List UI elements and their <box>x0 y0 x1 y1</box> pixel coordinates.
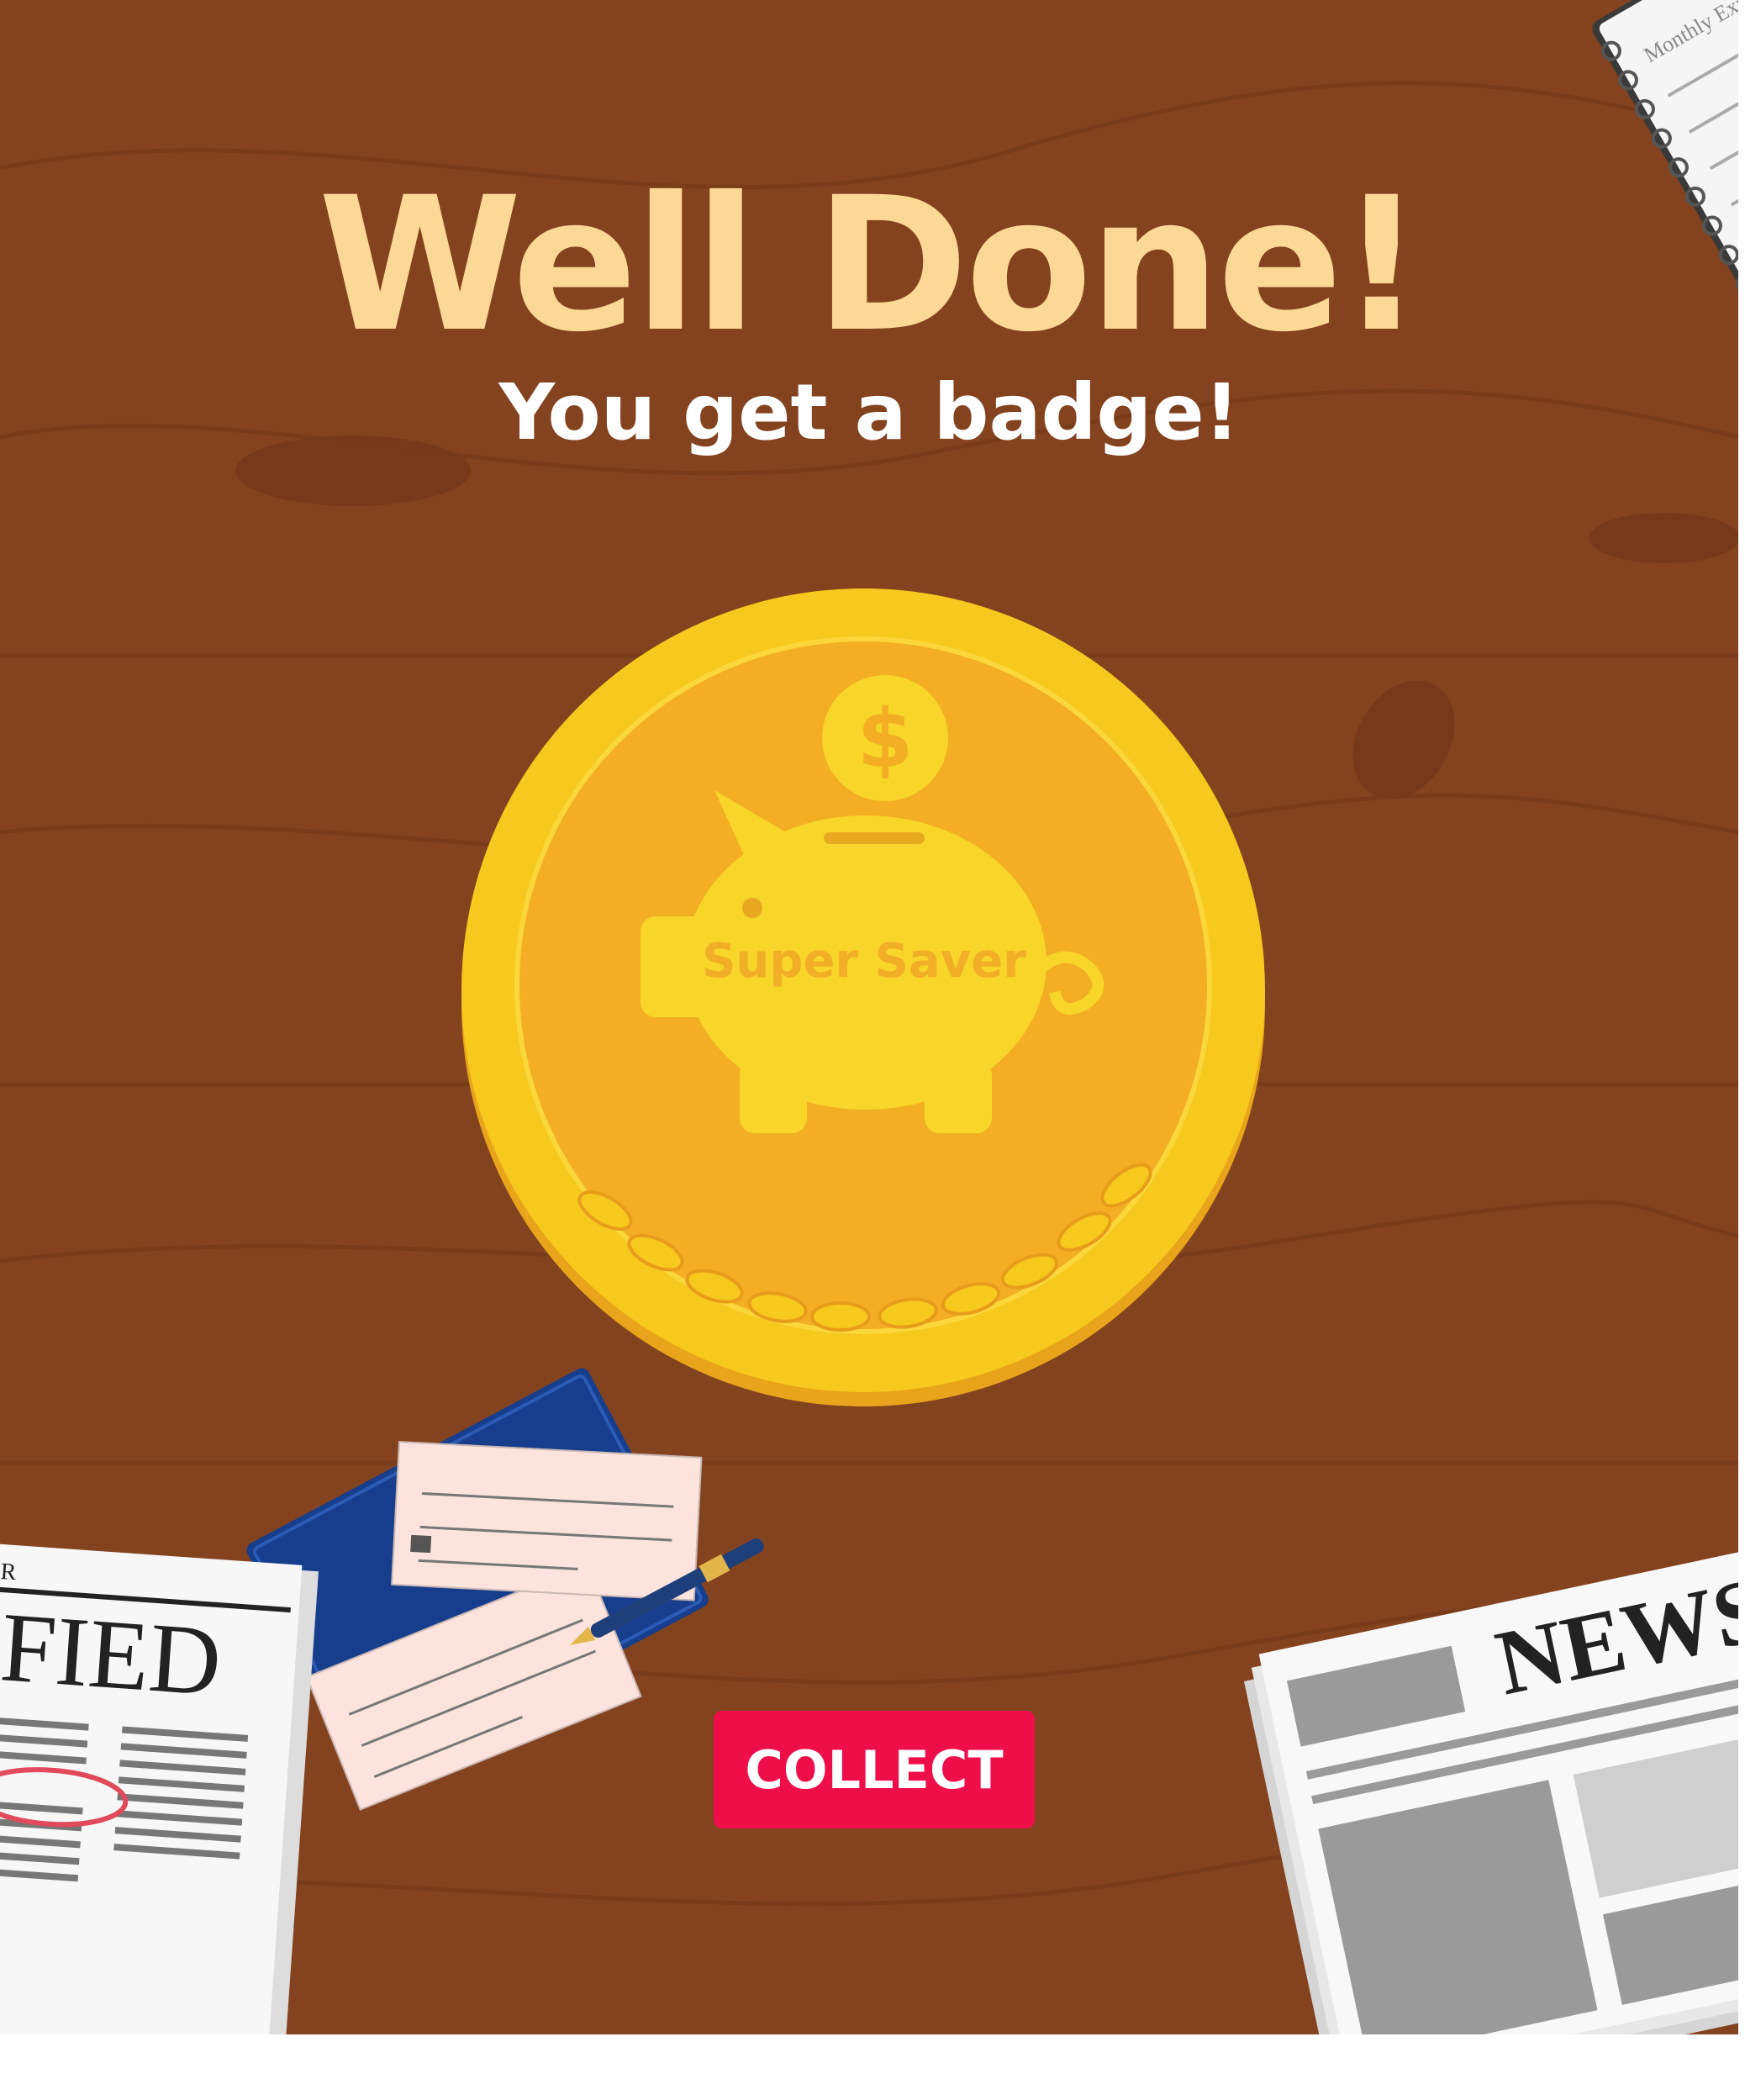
collect-button[interactable]: COLLECT <box>714 1711 1035 1828</box>
bottom-margin <box>0 2034 1745 2100</box>
reward-scene: Monthly Expen Well Done! You get a badge… <box>0 0 1738 2034</box>
